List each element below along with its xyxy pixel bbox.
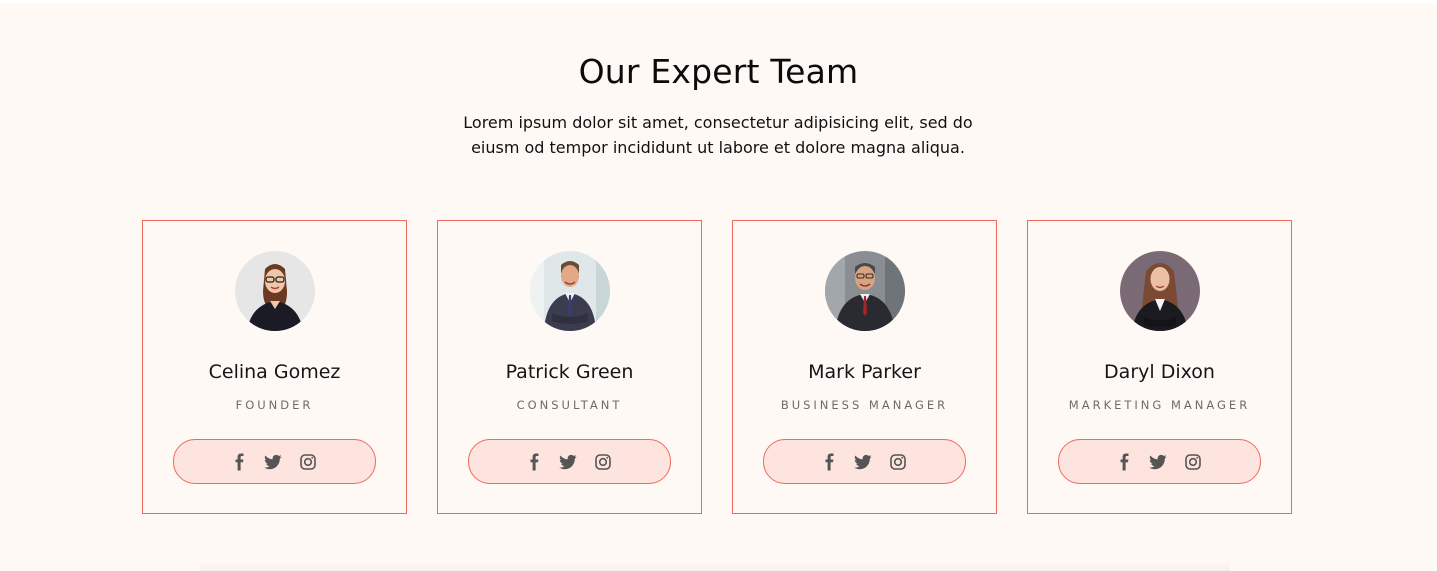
social-links bbox=[173, 439, 376, 484]
facebook-icon[interactable] bbox=[820, 452, 840, 472]
team-section: Our Expert Team Lorem ipsum dolor sit am… bbox=[0, 0, 1437, 571]
social-links bbox=[763, 439, 966, 484]
instagram-icon[interactable] bbox=[888, 452, 908, 472]
woman-glasses-avatar bbox=[235, 251, 315, 331]
section-title: Our Expert Team bbox=[578, 52, 859, 91]
woman-blazer-avatar bbox=[1120, 251, 1200, 331]
member-name: Patrick Green bbox=[505, 361, 634, 383]
facebook-icon[interactable] bbox=[1115, 452, 1135, 472]
member-name: Daryl Dixon bbox=[1104, 361, 1215, 383]
member-name: Mark Parker bbox=[808, 361, 921, 383]
social-links bbox=[1058, 439, 1261, 484]
man-suit-avatar bbox=[530, 251, 610, 331]
bottom-edge-shadow bbox=[200, 563, 1230, 571]
twitter-icon[interactable] bbox=[1148, 452, 1168, 472]
top-divider bbox=[0, 0, 1437, 3]
twitter-icon[interactable] bbox=[853, 452, 873, 472]
member-role: FOUNDER bbox=[235, 398, 314, 412]
older-man-suit-avatar bbox=[825, 251, 905, 331]
avatar bbox=[235, 251, 315, 331]
instagram-icon[interactable] bbox=[593, 452, 613, 472]
team-card-celina-gomez: Celina Gomez FOUNDER bbox=[142, 220, 407, 514]
member-role: MARKETING MANAGER bbox=[1068, 398, 1251, 412]
team-card-daryl-dixon: Daryl Dixon MARKETING MANAGER bbox=[1027, 220, 1292, 514]
team-card-patrick-green: Patrick Green CONSULTANT bbox=[437, 220, 702, 514]
social-links bbox=[468, 439, 671, 484]
member-role: CONSULTANT bbox=[516, 398, 623, 412]
instagram-icon[interactable] bbox=[1183, 452, 1203, 472]
member-name: Celina Gomez bbox=[208, 361, 341, 383]
avatar bbox=[530, 251, 610, 331]
team-card-mark-parker: Mark Parker BUSINESS MANAGER bbox=[732, 220, 997, 514]
member-role: BUSINESS MANAGER bbox=[780, 398, 949, 412]
facebook-icon[interactable] bbox=[525, 452, 545, 472]
avatar bbox=[1120, 251, 1200, 331]
description-line: eiusm od tempor incididunt ut labore et … bbox=[471, 138, 965, 157]
facebook-icon[interactable] bbox=[230, 452, 250, 472]
description-line: Lorem ipsum dolor sit amet, consectetur … bbox=[463, 113, 973, 132]
twitter-icon[interactable] bbox=[263, 452, 283, 472]
twitter-icon[interactable] bbox=[558, 452, 578, 472]
instagram-icon[interactable] bbox=[298, 452, 318, 472]
section-description: Lorem ipsum dolor sit amet, consectetur … bbox=[418, 110, 1018, 160]
avatar bbox=[825, 251, 905, 331]
